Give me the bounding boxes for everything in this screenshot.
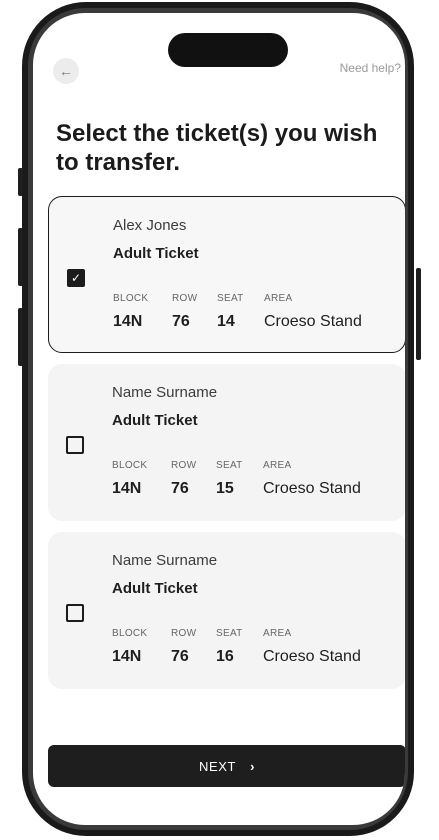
dynamic-island (168, 33, 288, 67)
ticket-checkbox[interactable] (66, 436, 84, 454)
seat-label: SEAT (216, 460, 243, 471)
ticket-card[interactable]: Name Surname Adult Ticket BLOCK ROW SEAT… (48, 532, 405, 689)
block-value: 14N (112, 480, 142, 497)
next-button-label: NEXT (198, 758, 237, 774)
ticket-holder-name: Name Surname (112, 552, 218, 569)
next-button[interactable]: NEXT › (48, 745, 405, 787)
ticket-holder-name: Name Surname (112, 384, 218, 401)
seat-value: 15 (216, 480, 234, 497)
area-label: AREA (264, 293, 293, 304)
ticket-card[interactable]: ✓ Alex Jones Adult Ticket BLOCK ROW SEAT… (48, 196, 405, 353)
ticket-type: Adult Ticket (113, 245, 199, 262)
seat-label: SEAT (216, 628, 243, 639)
area-label: AREA (263, 628, 292, 639)
block-value: 14N (113, 313, 143, 330)
block-label: BLOCK (112, 460, 148, 471)
chevron-right-icon: › (250, 758, 255, 774)
ticket-holder-name: Alex Jones (113, 217, 187, 234)
phone-volume-up-button (18, 228, 23, 286)
row-label: ROW (172, 293, 198, 304)
phone-action-button (18, 168, 23, 196)
phone-power-button (416, 268, 421, 360)
app-screen: ← Need help? Select the ticket(s) you wi… (33, 13, 405, 825)
ticket-checkbox[interactable]: ✓ (67, 269, 85, 287)
area-value: Croeso Stand (263, 648, 361, 665)
ticket-checkbox[interactable] (66, 604, 84, 622)
row-value: 76 (171, 480, 189, 497)
ticket-card[interactable]: Name Surname Adult Ticket BLOCK ROW SEAT… (48, 364, 405, 521)
block-label: BLOCK (113, 293, 149, 304)
seat-value: 14 (217, 313, 235, 330)
block-label: BLOCK (112, 628, 148, 639)
seat-value: 16 (216, 648, 234, 665)
checkmark-icon: ✓ (70, 271, 82, 285)
row-value: 76 (172, 313, 190, 330)
area-value: Croeso Stand (263, 480, 361, 497)
need-help-link[interactable]: Need help? (340, 61, 401, 75)
row-value: 76 (171, 648, 189, 665)
row-label: ROW (171, 628, 197, 639)
ticket-type: Adult Ticket (112, 580, 198, 597)
area-value: Croeso Stand (264, 313, 362, 330)
phone-volume-down-button (18, 308, 23, 366)
page-title: Select the ticket(s) you wish to transfe… (56, 120, 378, 176)
block-value: 14N (112, 648, 142, 665)
seat-label: SEAT (217, 293, 244, 304)
back-button[interactable]: ← (53, 58, 79, 84)
ticket-type: Adult Ticket (112, 412, 198, 429)
area-label: AREA (263, 460, 292, 471)
row-label: ROW (171, 460, 197, 471)
arrow-left-icon: ← (59, 63, 73, 79)
